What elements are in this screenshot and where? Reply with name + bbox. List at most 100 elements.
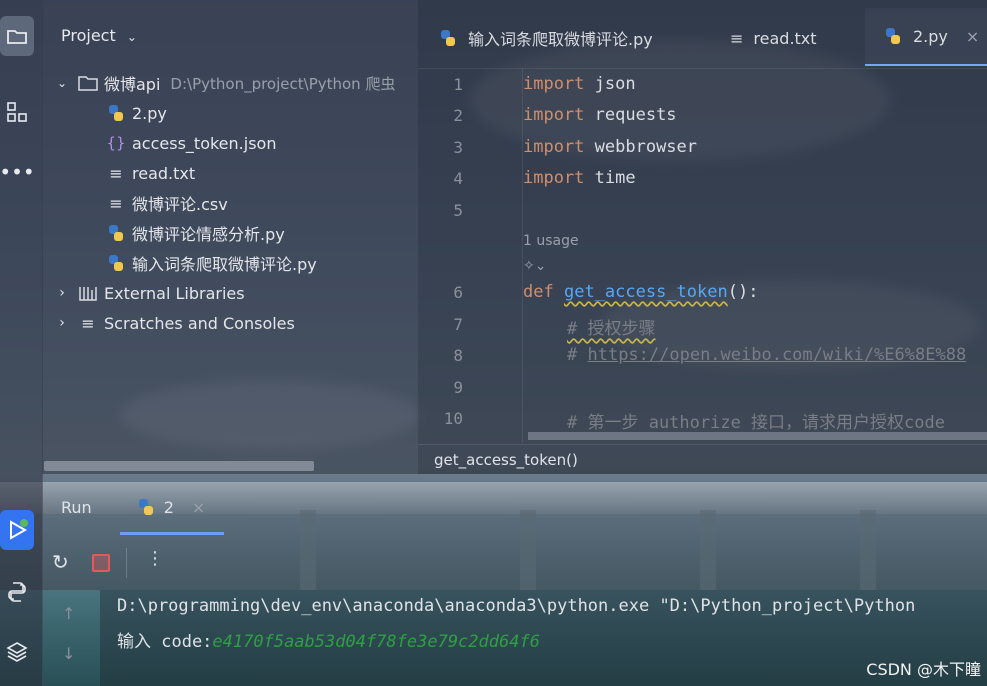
tab-read-txt[interactable]: ≡ read.txt: [730, 8, 817, 68]
project-title-dropdown[interactable]: Project ⌄: [61, 26, 137, 45]
structure-tool-button[interactable]: [0, 92, 34, 132]
chevron-right-icon: ›: [59, 285, 65, 301]
breadcrumb-item[interactable]: get_access_token(): [434, 451, 578, 469]
text-file-icon: ≡: [730, 28, 744, 48]
text-file-icon: ≡: [109, 163, 123, 183]
tool-window-bar: •••: [0, 0, 43, 686]
line-number: 7: [453, 315, 463, 334]
console-side-controls: ↑ ↓: [58, 600, 82, 686]
run-tab-underline: [120, 532, 224, 535]
python-icon: [106, 253, 126, 273]
line-number: 4: [453, 169, 463, 188]
tab-2py[interactable]: 2.py ×: [865, 8, 987, 66]
scroll-up-icon[interactable]: ↑: [62, 604, 75, 623]
console-line: 输入 code:e4170f5aab53d04f78fe3e79c2dd64f6: [117, 627, 540, 652]
project-horizontal-scrollbar[interactable]: [44, 461, 314, 471]
toolbar-divider: [126, 548, 127, 578]
python-console-icon: [8, 582, 26, 602]
usage-hint[interactable]: 1 usage: [523, 233, 579, 249]
watermark: CSDN @木下瞳: [866, 660, 981, 679]
ai-assistant-icon[interactable]: ✧⌄: [523, 258, 546, 274]
stop-icon[interactable]: [92, 554, 110, 572]
line-number: 8: [453, 346, 463, 365]
run-tab-bar: Run 2 ×: [42, 492, 205, 522]
line-number: 6: [453, 283, 463, 302]
folder-icon: [7, 30, 27, 44]
comment-link[interactable]: https://open.weibo.com/wiki/%E6%8E%88: [587, 345, 966, 365]
text-file-icon: ≡: [109, 193, 123, 213]
root-folder-path: D:\Python_project\Python 爬虫: [170, 74, 396, 93]
line-number: 1: [453, 75, 463, 94]
tree-file-access-token[interactable]: {} access_token.json: [106, 129, 276, 157]
scratches-label: Scratches and Consoles: [104, 313, 295, 333]
file-name: access_token.json: [132, 133, 277, 153]
code-line: import requests: [523, 105, 677, 125]
function-name: get_access_token: [563, 282, 728, 302]
tree-scratches[interactable]: › ≡ Scratches and Consoles: [52, 309, 295, 337]
comment: # 第一步 authorize 接口，请求用户授权code: [567, 413, 945, 433]
tree-file-sentiment-py[interactable]: 微博评论情感分析.py: [106, 219, 285, 247]
console-output[interactable]: D:\programming\dev_env\anaconda\anaconda…: [100, 590, 987, 686]
code-text: requests: [584, 105, 677, 125]
python-console-button[interactable]: [0, 572, 34, 612]
line-number: 10: [443, 409, 463, 428]
close-icon[interactable]: ×: [966, 27, 979, 46]
close-icon[interactable]: ×: [192, 498, 205, 517]
layers-tool-button[interactable]: [0, 632, 34, 672]
tree-file-read-txt[interactable]: ≡ read.txt: [106, 159, 195, 187]
run-play-icon: [10, 519, 28, 540]
python-icon: [106, 103, 126, 123]
console-prompt: 输入 code:: [117, 632, 213, 652]
tab-label: read.txt: [753, 28, 817, 48]
tree-file-crawler-py[interactable]: 输入词条爬取微博评论.py: [106, 249, 317, 277]
file-name: 2.py: [132, 103, 167, 123]
chevron-right-icon: ›: [59, 315, 65, 331]
more-vertical-icon[interactable]: ⋮: [146, 548, 164, 569]
more-tools-button[interactable]: •••: [0, 152, 35, 192]
run-tab-label: 2: [163, 497, 174, 517]
line-number-gutter: 1 2 3 4 5 6 7 8 9 10: [418, 68, 518, 443]
line-number: 9: [453, 378, 463, 397]
console-user-input: e4170f5aab53d04f78fe3e79c2dd64f6: [212, 632, 540, 652]
code-area[interactable]: import json import requests import webbr…: [522, 68, 987, 443]
code-text: webbrowser: [584, 137, 698, 157]
rerun-icon[interactable]: ↻: [52, 550, 69, 574]
tab-crawler-py[interactable]: 输入词条爬取微博评论.py: [438, 8, 653, 68]
code-line: import json: [523, 74, 636, 94]
run-tab-2[interactable]: 2 ×: [136, 497, 205, 517]
run-tool-button[interactable]: [0, 510, 34, 550]
tree-file-csv[interactable]: ≡ 微博评论.csv: [106, 189, 228, 217]
external-libraries-label: External Libraries: [104, 283, 245, 303]
editor-horizontal-scrollbar[interactable]: [528, 432, 987, 440]
scroll-down-icon[interactable]: ↓: [62, 644, 75, 663]
tree-root-folder[interactable]: ⌄ 微博api D:\Python_project\Python 爬虫: [52, 69, 395, 97]
code-line: def get_access_token():: [523, 282, 758, 302]
run-toolbar: ↻ ⋮: [42, 546, 164, 582]
editor-panel: 输入词条爬取微博评论.py ≡ read.txt 2.py × 1 2 3 4 …: [418, 0, 987, 474]
comment: # 授权步骤: [567, 319, 656, 339]
keyword: import: [523, 137, 585, 157]
breadcrumb[interactable]: get_access_token(): [418, 444, 987, 474]
file-name: 微博评论.csv: [132, 195, 228, 214]
keyword: import: [523, 105, 585, 125]
comment: #: [567, 345, 588, 365]
project-panel: Project ⌄ ⌄ 微博api D:\Python_project\Pyth…: [42, 0, 418, 474]
python-icon: [438, 28, 458, 48]
code-line: # 授权步骤: [567, 314, 655, 339]
python-icon: [883, 26, 903, 46]
tree-external-libraries[interactable]: › External Libraries: [52, 279, 245, 307]
json-icon: {}: [106, 134, 126, 152]
run-panel-title: Run: [61, 497, 92, 517]
editor-tab-bar: 输入词条爬取微博评论.py ≡ read.txt 2.py ×: [418, 8, 987, 69]
tree-file-2py[interactable]: 2.py: [106, 99, 167, 127]
code-line: import time: [523, 168, 636, 188]
project-tool-button[interactable]: [0, 16, 34, 56]
code-line: # 第一步 authorize 接口，请求用户授权code: [567, 408, 945, 433]
console-line: D:\programming\dev_env\anaconda\anaconda…: [117, 596, 916, 616]
python-icon: [106, 223, 126, 243]
layers-icon: [6, 642, 28, 662]
more-dots-icon: •••: [0, 160, 35, 184]
line-number: 3: [453, 138, 463, 157]
file-name: 输入词条爬取微博评论.py: [132, 255, 317, 274]
tab-label: 2.py: [913, 26, 948, 46]
